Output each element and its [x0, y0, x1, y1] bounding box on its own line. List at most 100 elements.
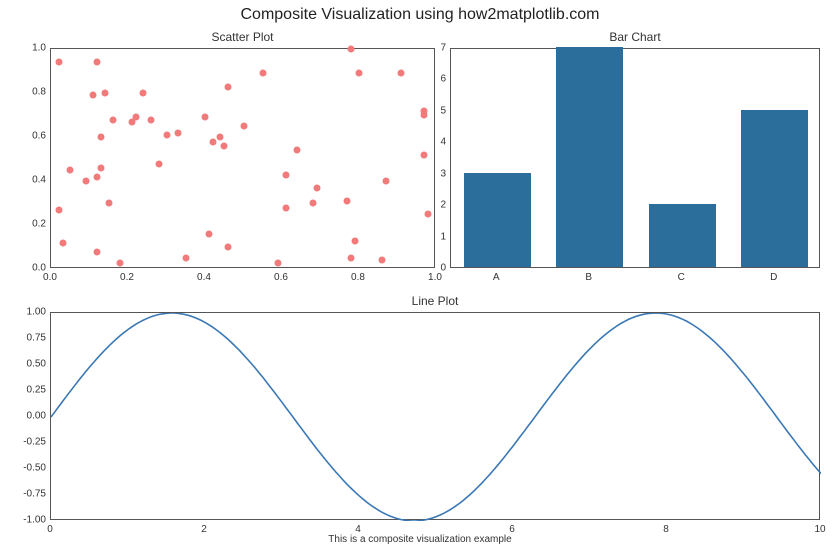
scatter-title: Scatter Plot	[50, 30, 435, 44]
tick-label: 3	[428, 168, 446, 179]
tick-label: 0	[47, 524, 53, 535]
scatter-point	[109, 116, 116, 123]
line-plot	[50, 312, 820, 520]
scatter-point	[356, 70, 363, 77]
scatter-point	[275, 259, 282, 266]
scatter-point	[55, 206, 62, 213]
scatter-point	[59, 239, 66, 246]
tick-label: 6	[428, 74, 446, 85]
scatter-point	[282, 171, 289, 178]
scatter-point	[105, 200, 112, 207]
tick-label: 1	[428, 231, 446, 242]
scatter-point	[382, 178, 389, 185]
scatter-point	[202, 114, 209, 121]
scatter-point	[294, 147, 301, 154]
scatter-point	[148, 116, 155, 123]
tick-label: -0.75	[12, 489, 46, 500]
scatter-point	[163, 132, 170, 139]
tick-label: 0.2	[120, 272, 134, 283]
scatter-point	[82, 178, 89, 185]
bar	[649, 204, 716, 267]
scatter-point	[98, 134, 105, 141]
scatter-point	[225, 244, 232, 251]
scatter-point	[98, 165, 105, 172]
scatter-point	[55, 59, 62, 66]
bar	[464, 173, 531, 267]
tick-label: 0.2	[20, 219, 46, 230]
scatter-point	[175, 129, 182, 136]
scatter-point	[205, 231, 212, 238]
scatter-point	[132, 114, 139, 121]
tick-label: 0.00	[12, 411, 46, 422]
line-series	[51, 313, 821, 521]
tick-label: 1.0	[428, 272, 442, 283]
tick-label: 4	[428, 137, 446, 148]
tick-label: 5	[428, 105, 446, 116]
scatter-point	[67, 167, 74, 174]
scatter-point	[344, 198, 351, 205]
bar-chart	[450, 48, 820, 268]
scatter-point	[348, 255, 355, 262]
tick-label: B	[585, 272, 592, 283]
tick-label: 0.25	[12, 385, 46, 396]
tick-label: 0.75	[12, 333, 46, 344]
tick-label: 0.8	[351, 272, 365, 283]
scatter-point	[352, 237, 359, 244]
tick-label: 10	[814, 524, 825, 535]
bar-title: Bar Chart	[450, 30, 820, 44]
bar	[741, 110, 808, 267]
tick-label: 6	[509, 524, 515, 535]
tick-label: D	[770, 272, 777, 283]
scatter-point	[240, 123, 247, 130]
scatter-point	[155, 160, 162, 167]
scatter-point	[90, 92, 97, 99]
tick-label: C	[678, 272, 685, 283]
tick-label: 4	[355, 524, 361, 535]
scatter-point	[398, 70, 405, 77]
scatter-point	[313, 184, 320, 191]
bar	[556, 47, 623, 267]
scatter-point	[217, 134, 224, 141]
tick-label: 0.6	[20, 131, 46, 142]
scatter-point	[101, 90, 108, 97]
tick-label: -0.50	[12, 463, 46, 474]
scatter-plot	[50, 48, 435, 268]
tick-label: -1.00	[12, 515, 46, 526]
tick-label: 0.4	[197, 272, 211, 283]
tick-label: A	[493, 272, 500, 283]
scatter-point	[425, 211, 432, 218]
scatter-point	[140, 90, 147, 97]
tick-label: 7	[428, 43, 446, 54]
scatter-point	[94, 59, 101, 66]
scatter-point	[379, 257, 386, 264]
scatter-point	[259, 70, 266, 77]
scatter-point	[182, 255, 189, 262]
tick-label: 2	[428, 200, 446, 211]
tick-label: 1.00	[12, 307, 46, 318]
scatter-point	[421, 107, 428, 114]
scatter-point	[348, 46, 355, 53]
scatter-point	[94, 248, 101, 255]
scatter-point	[209, 138, 216, 145]
tick-label: 0.4	[20, 175, 46, 186]
scatter-point	[225, 83, 232, 90]
scatter-point	[117, 259, 124, 266]
tick-label: 0.50	[12, 359, 46, 370]
tick-label: 1.0	[20, 43, 46, 54]
footer-caption: This is a composite visualization exampl…	[0, 534, 840, 545]
line-title: Line Plot	[50, 294, 820, 308]
scatter-point	[94, 173, 101, 180]
tick-label: 0.8	[20, 87, 46, 98]
scatter-point	[309, 200, 316, 207]
tick-label: 2	[201, 524, 207, 535]
scatter-point	[421, 151, 428, 158]
scatter-point	[221, 143, 228, 150]
tick-label: -0.25	[12, 437, 46, 448]
super-title: Composite Visualization using how2matplo…	[0, 6, 840, 24]
tick-label: 0.6	[274, 272, 288, 283]
tick-label: 0.0	[20, 263, 46, 274]
scatter-point	[282, 204, 289, 211]
tick-label: 0	[428, 263, 446, 274]
tick-label: 8	[663, 524, 669, 535]
tick-label: 0.0	[43, 272, 57, 283]
